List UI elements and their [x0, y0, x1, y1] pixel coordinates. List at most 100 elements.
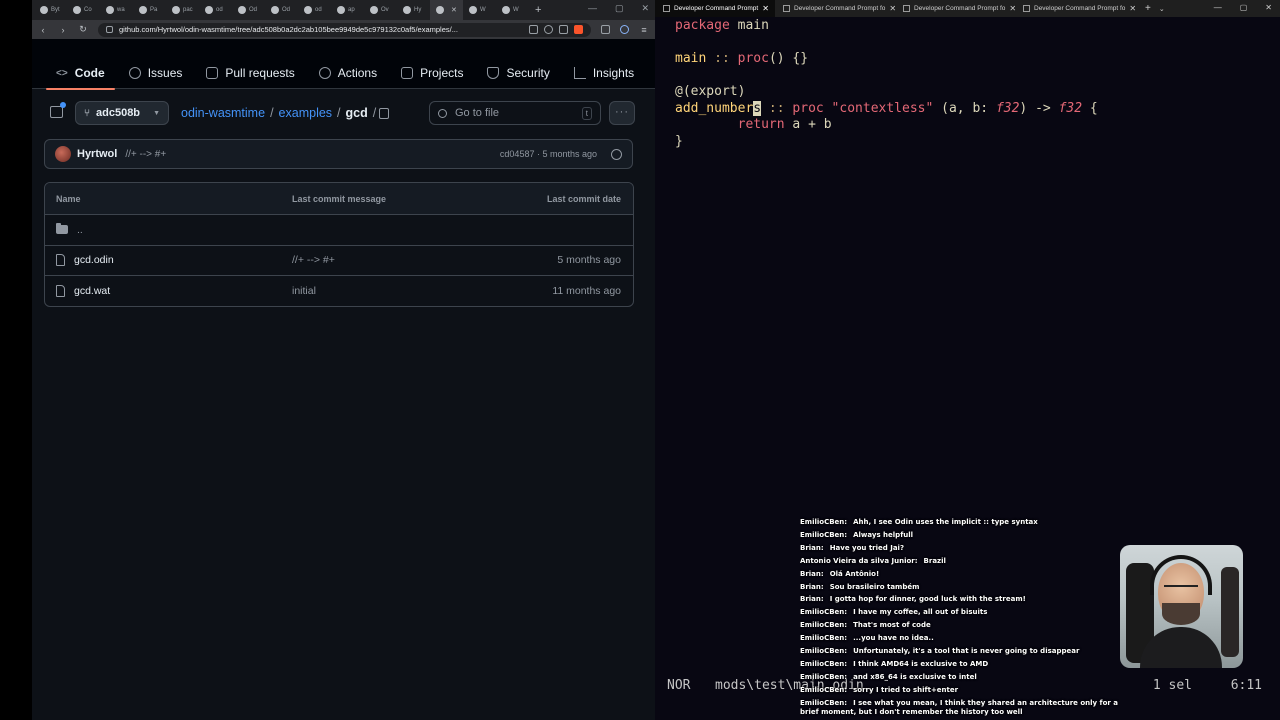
commit-meta[interactable]: cd04587 · 5 months ago: [500, 149, 597, 159]
chat-message: Brian: Have you tried Jai?: [800, 542, 1120, 555]
close-tab-icon[interactable]: ✕: [451, 6, 457, 14]
terminal-icon: [783, 5, 790, 12]
file-commit-message[interactable]: initial: [292, 285, 316, 297]
favicon-icon: [370, 6, 378, 14]
file-link[interactable]: gcd.wat: [74, 285, 110, 297]
browser-tab[interactable]: Od: [232, 0, 265, 20]
browser-tab-label: Ov: [381, 7, 389, 13]
terminal-tab[interactable]: Developer Command Prompt fo ✕: [775, 0, 895, 17]
code-token: f32: [1058, 100, 1083, 116]
browser-tab[interactable]: W: [463, 0, 496, 20]
browser-tab[interactable]: ap: [331, 0, 364, 20]
chevron-down-icon[interactable]: ⌄: [1159, 5, 1165, 13]
brave-shields-icon[interactable]: [574, 25, 583, 34]
minimize-icon[interactable]: —: [588, 3, 597, 14]
browser-tab[interactable]: ✕: [430, 0, 463, 20]
breadcrumb-separator: /: [337, 106, 341, 120]
browser-tab[interactable]: od: [199, 0, 232, 20]
terminal-tab[interactable]: Developer Command Prompt ✕: [655, 0, 775, 17]
new-terminal-tab-icon[interactable]: +: [1145, 3, 1151, 14]
table-row[interactable]: gcd.odin //+ --> #+ 5 months ago: [45, 244, 633, 276]
zoom-icon[interactable]: [544, 25, 553, 34]
file-icon: [56, 254, 65, 267]
commit-author[interactable]: Hyrtwol: [77, 148, 117, 160]
chat-message: EmilioCBen: That's most of code: [800, 619, 1120, 632]
branch-selector[interactable]: ⑂ adc508b ▼: [75, 101, 169, 125]
table-row[interactable]: gcd.wat initial 11 months ago: [45, 275, 633, 306]
chat-username: EmilioCBen:: [800, 608, 848, 617]
shield-icon: [487, 67, 500, 79]
browser-tab[interactable]: Co: [67, 0, 100, 20]
back-icon[interactable]: ‹: [38, 25, 48, 35]
parent-dir-link[interactable]: ..: [77, 224, 83, 236]
go-to-file-input[interactable]: Go to file t: [429, 101, 601, 125]
tab-insights[interactable]: Insights: [562, 61, 646, 85]
close-tab-icon[interactable]: ✕: [1129, 4, 1135, 13]
url-text[interactable]: github.com/Hyrtwol/odin-wasmtime/tree/ad…: [119, 25, 523, 34]
copy-path-icon[interactable]: [379, 108, 389, 119]
close-icon[interactable]: ✕: [641, 3, 649, 14]
browser-tab[interactable]: wa: [100, 0, 133, 20]
address-bar[interactable]: github.com/Hyrtwol/odin-wasmtime/tree/ad…: [98, 22, 591, 37]
breadcrumb-repo[interactable]: odin-wasmtime: [181, 106, 265, 120]
file-tree-toggle-icon[interactable]: [50, 102, 66, 118]
favicon-icon: [304, 6, 312, 14]
browser-tab[interactable]: W: [496, 0, 529, 20]
browser-tab[interactable]: pac: [166, 0, 199, 20]
wallet-icon[interactable]: [620, 25, 629, 34]
forward-icon[interactable]: ›: [58, 25, 68, 35]
webcam-overlay: [1120, 545, 1243, 668]
terminal-tabs: Developer Command Prompt ✕ Developer Comma…: [655, 0, 1135, 17]
file-name-cell: gcd.wat: [56, 284, 110, 297]
favicon-icon: [337, 6, 345, 14]
browser-tab[interactable]: Pa: [133, 0, 166, 20]
chat-text: I see what you mean, I think they shared…: [800, 698, 1118, 716]
avatar[interactable]: [55, 146, 71, 162]
maximize-icon[interactable]: ▢: [1240, 3, 1248, 12]
code-editor[interactable]: package main main :: proc() {} @(export)…: [675, 18, 1098, 150]
tab-code[interactable]: <> Code: [44, 61, 117, 90]
breadcrumb-examples[interactable]: examples: [279, 106, 333, 120]
terminal-tab[interactable]: Developer Command Prompt fo ✕: [1015, 0, 1135, 17]
file-commit-date: 11 months ago: [552, 284, 621, 297]
browser-tab[interactable]: Byt: [34, 0, 67, 20]
site-info-icon[interactable]: [106, 26, 113, 33]
install-app-icon[interactable]: [529, 25, 538, 34]
file-icon: [56, 284, 65, 297]
reload-icon[interactable]: ↻: [78, 24, 88, 35]
tab-pull-requests[interactable]: Pull requests: [194, 61, 306, 85]
browser-tab-label: W: [480, 7, 486, 13]
tab-security[interactable]: Security: [475, 61, 561, 85]
browser-tab[interactable]: Od: [265, 0, 298, 20]
new-tab-button[interactable]: +: [535, 4, 541, 16]
file-commit-message[interactable]: //+ --> #+: [292, 254, 335, 266]
chat-text: sorry I tried to shift+enter: [853, 685, 959, 694]
tab-projects[interactable]: Projects: [389, 61, 475, 85]
browser-tab[interactable]: Ov: [364, 0, 397, 20]
tab-issues[interactable]: Issues: [117, 61, 195, 85]
table-row-parent[interactable]: ..: [45, 214, 633, 245]
close-icon[interactable]: ✕: [1265, 3, 1272, 12]
tab-actions[interactable]: Actions: [307, 61, 389, 85]
extensions-icon[interactable]: [601, 25, 610, 34]
favicon-icon: [238, 6, 246, 14]
browser-tab[interactable]: Hy: [397, 0, 430, 20]
terminal-tab[interactable]: Developer Command Prompt fo ✕: [895, 0, 1015, 17]
browser-tab-label: Co: [84, 7, 92, 13]
file-link[interactable]: gcd.odin: [74, 254, 114, 266]
menu-icon[interactable]: ≡: [639, 25, 649, 35]
browser-tab[interactable]: od: [298, 0, 331, 20]
file-commit-date: 5 months ago: [557, 254, 621, 267]
more-options-button[interactable]: ···: [609, 101, 635, 125]
chat-message: EmilioCBen: sorry I tried to shift+enter: [800, 684, 1120, 697]
maximize-icon[interactable]: ▢: [615, 3, 624, 14]
commit-message[interactable]: //+ --> #+: [125, 149, 166, 160]
share-icon[interactable]: [559, 25, 568, 34]
history-icon[interactable]: [611, 148, 622, 160]
close-tab-icon[interactable]: ✕: [762, 4, 769, 13]
minimize-icon[interactable]: —: [1214, 3, 1222, 12]
breadcrumb-separator: /: [372, 106, 377, 120]
code-token: "contextless": [823, 100, 934, 116]
code-token: proc: [737, 51, 769, 66]
terminal-window: Developer Command Prompt ✕ Developer Comma…: [655, 0, 1280, 720]
